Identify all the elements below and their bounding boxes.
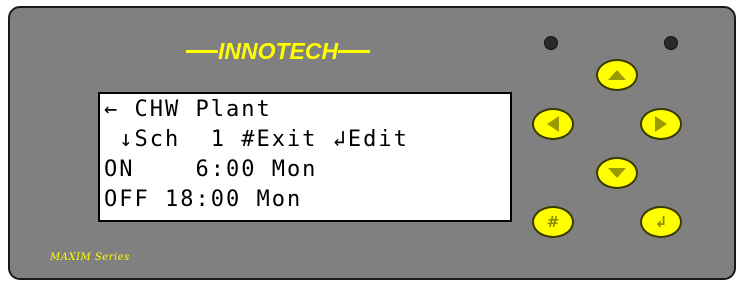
left-button[interactable]	[532, 108, 574, 140]
lcd-line-on-time: ON 6:00 Mon	[104, 157, 318, 182]
arrow-up-icon	[608, 70, 626, 80]
hash-button[interactable]: #	[532, 206, 574, 238]
brand-logo: INNOTECH	[186, 36, 371, 66]
up-button[interactable]	[596, 59, 638, 91]
brand-name: INNOTECH	[218, 37, 339, 64]
led-indicator-icon	[544, 36, 558, 50]
arrow-right-icon	[655, 116, 667, 132]
lcd-display: ← CHW Plant ↓Sch 1 #Exit ↲Edit ON 6:00 M…	[98, 92, 512, 222]
enter-icon: ↲	[654, 212, 668, 231]
arrow-left-icon	[547, 116, 559, 132]
lcd-line-title: ← CHW Plant	[104, 97, 272, 122]
hash-icon: #	[546, 212, 560, 231]
right-button[interactable]	[640, 108, 682, 140]
down-button[interactable]	[596, 157, 638, 189]
logo-rule-right	[338, 49, 371, 53]
controller-panel: INNOTECH ← CHW Plant ↓Sch 1 #Exit ↲Edit …	[8, 6, 736, 280]
logo-rule-left	[186, 49, 218, 53]
arrow-down-icon	[608, 168, 626, 178]
enter-button[interactable]: ↲	[640, 206, 682, 238]
led-indicator-icon	[664, 36, 678, 50]
lcd-line-menu: ↓Sch 1 #Exit ↲Edit	[104, 127, 409, 152]
series-label: MAXIM Series	[50, 252, 130, 263]
lcd-line-off-time: OFF 18:00 Mon	[104, 187, 303, 212]
